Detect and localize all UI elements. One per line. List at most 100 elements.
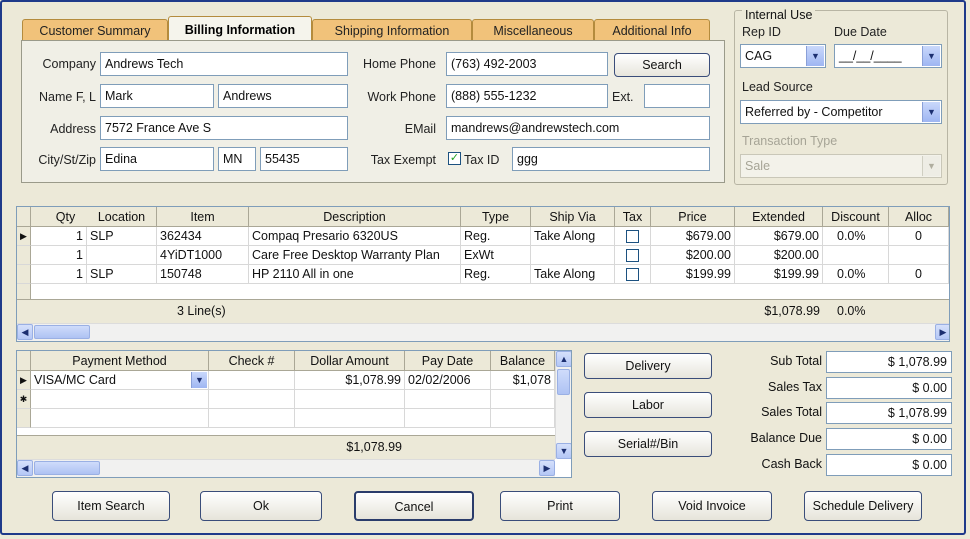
col-header-discount[interactable]: Discount (823, 207, 889, 227)
table-cell[interactable]: 0.0% (823, 265, 889, 284)
col-header-pay-date[interactable]: Pay Date (405, 351, 491, 371)
payments-vertical-scrollbar[interactable]: ▲ ▼ (555, 351, 571, 459)
table-cell[interactable]: HP 2110 All in one (249, 265, 461, 284)
email-field[interactable]: mandrews@andrewstech.com (446, 116, 710, 140)
col-header-price[interactable]: Price (651, 207, 735, 227)
table-cell[interactable]: 0 (889, 265, 949, 284)
tax-checkbox[interactable] (626, 230, 639, 243)
table-cell[interactable]: $679.00 (651, 227, 735, 246)
first-name-field[interactable]: Mark (100, 84, 214, 108)
table-cell[interactable]: Care Free Desktop Warranty Plan (249, 246, 461, 265)
table-cell[interactable] (87, 246, 157, 265)
table-cell[interactable] (531, 246, 615, 265)
table-cell[interactable]: 1 (31, 246, 87, 265)
tab-miscellaneous[interactable]: Miscellaneous (472, 19, 594, 41)
item-search-button[interactable]: Item Search (52, 491, 170, 521)
col-header-payment-method[interactable]: Payment Method (31, 351, 209, 371)
table-cell[interactable]: $200.00 (735, 246, 823, 265)
col-header-check-number[interactable]: Check # (209, 351, 295, 371)
row-selector[interactable] (17, 246, 31, 265)
table-cell[interactable] (209, 371, 295, 390)
table-cell[interactable] (295, 409, 405, 428)
col-header-dollar-amount[interactable]: Dollar Amount (295, 351, 405, 371)
chevron-down-icon[interactable]: ▼ (922, 102, 940, 122)
zip-field[interactable]: 55435 (260, 147, 348, 171)
table-cell[interactable]: SLP (87, 265, 157, 284)
table-cell[interactable]: $1,078 (491, 371, 555, 390)
table-cell[interactable]: $200.00 (651, 246, 735, 265)
table-cell[interactable] (491, 409, 555, 428)
tab-customer-summary[interactable]: Customer Summary (22, 19, 168, 41)
table-cell[interactable] (209, 390, 295, 409)
table-cell[interactable]: $679.00 (735, 227, 823, 246)
table-cell[interactable]: 0.0% (823, 227, 889, 246)
scroll-thumb[interactable] (557, 369, 570, 395)
table-cell[interactable] (31, 390, 209, 409)
table-cell[interactable]: ExWt (461, 246, 531, 265)
col-header-balance[interactable]: Balance (491, 351, 555, 371)
col-header-tax[interactable]: Tax (615, 207, 651, 227)
table-cell[interactable]: 1 (31, 227, 87, 246)
tax-checkbox[interactable] (626, 249, 639, 262)
scroll-down-icon[interactable]: ▼ (556, 443, 571, 459)
col-header-location[interactable]: Location (87, 207, 157, 227)
tab-billing-information[interactable]: Billing Information (168, 16, 312, 41)
table-cell[interactable]: 02/02/2006 (405, 371, 491, 390)
payment-method-select[interactable]: VISA/MC Card ▼ (31, 371, 209, 390)
lead-source-select[interactable]: Referred by - Competitor ▼ (740, 100, 942, 124)
tab-additional-info[interactable]: Additional Info (594, 19, 710, 41)
print-button[interactable]: Print (500, 491, 620, 521)
table-cell[interactable] (295, 390, 405, 409)
row-selector[interactable] (17, 409, 31, 428)
home-phone-field[interactable]: (763) 492-2003 (446, 52, 608, 76)
current-row-arrow-icon[interactable]: ▶ (17, 227, 31, 246)
table-cell[interactable]: Take Along (531, 227, 615, 246)
tax-checkbox[interactable] (626, 268, 639, 281)
address-field[interactable]: 7572 France Ave S (100, 116, 348, 140)
city-field[interactable]: Edina (100, 147, 214, 171)
labor-button[interactable]: Labor (584, 392, 712, 418)
last-name-field[interactable]: Andrews (218, 84, 348, 108)
table-cell[interactable]: Compaq Presario 6320US (249, 227, 461, 246)
col-header-extended[interactable]: Extended (735, 207, 823, 227)
scroll-thumb[interactable] (34, 325, 90, 339)
ext-field[interactable] (644, 84, 710, 108)
void-invoice-button[interactable]: Void Invoice (652, 491, 772, 521)
col-header-description[interactable]: Description (249, 207, 461, 227)
col-header-ship-via[interactable]: Ship Via (531, 207, 615, 227)
new-row-asterisk-icon[interactable]: ✱ (17, 390, 31, 409)
table-cell[interactable] (31, 409, 209, 428)
delivery-button[interactable]: Delivery (584, 353, 712, 379)
ok-button[interactable]: Ok (200, 491, 322, 521)
table-cell[interactable]: 150748 (157, 265, 249, 284)
table-cell[interactable] (405, 390, 491, 409)
table-cell[interactable]: $199.99 (651, 265, 735, 284)
table-cell[interactable]: 362434 (157, 227, 249, 246)
table-cell[interactable]: Reg. (461, 227, 531, 246)
chevron-down-icon[interactable]: ▼ (922, 46, 940, 66)
table-cell[interactable]: 0 (889, 227, 949, 246)
table-cell[interactable] (405, 409, 491, 428)
scroll-left-icon[interactable]: ◀ (17, 324, 33, 340)
table-cell[interactable]: 4YiDT1000 (157, 246, 249, 265)
chevron-down-icon[interactable]: ▼ (191, 372, 207, 388)
table-cell[interactable]: SLP (87, 227, 157, 246)
state-field[interactable]: MN (218, 147, 256, 171)
table-cell[interactable] (889, 246, 949, 265)
scroll-thumb[interactable] (34, 461, 100, 475)
col-header-item[interactable]: Item (157, 207, 249, 227)
scroll-left-icon[interactable]: ◀ (17, 460, 33, 476)
due-date-picker[interactable]: __/__/____ ▼ (834, 44, 942, 68)
table-cell[interactable] (491, 390, 555, 409)
row-selector[interactable] (17, 265, 31, 284)
scroll-up-icon[interactable]: ▲ (556, 351, 571, 367)
table-cell[interactable] (209, 409, 295, 428)
tax-id-field[interactable]: ggg (512, 147, 710, 171)
work-phone-field[interactable]: (888) 555-1232 (446, 84, 608, 108)
schedule-delivery-button[interactable]: Schedule Delivery (804, 491, 922, 521)
tab-shipping-information[interactable]: Shipping Information (312, 19, 472, 41)
search-button[interactable]: Search (614, 53, 710, 77)
col-header-type[interactable]: Type (461, 207, 531, 227)
current-row-arrow-icon[interactable]: ▶ (17, 371, 31, 390)
table-cell[interactable]: Reg. (461, 265, 531, 284)
